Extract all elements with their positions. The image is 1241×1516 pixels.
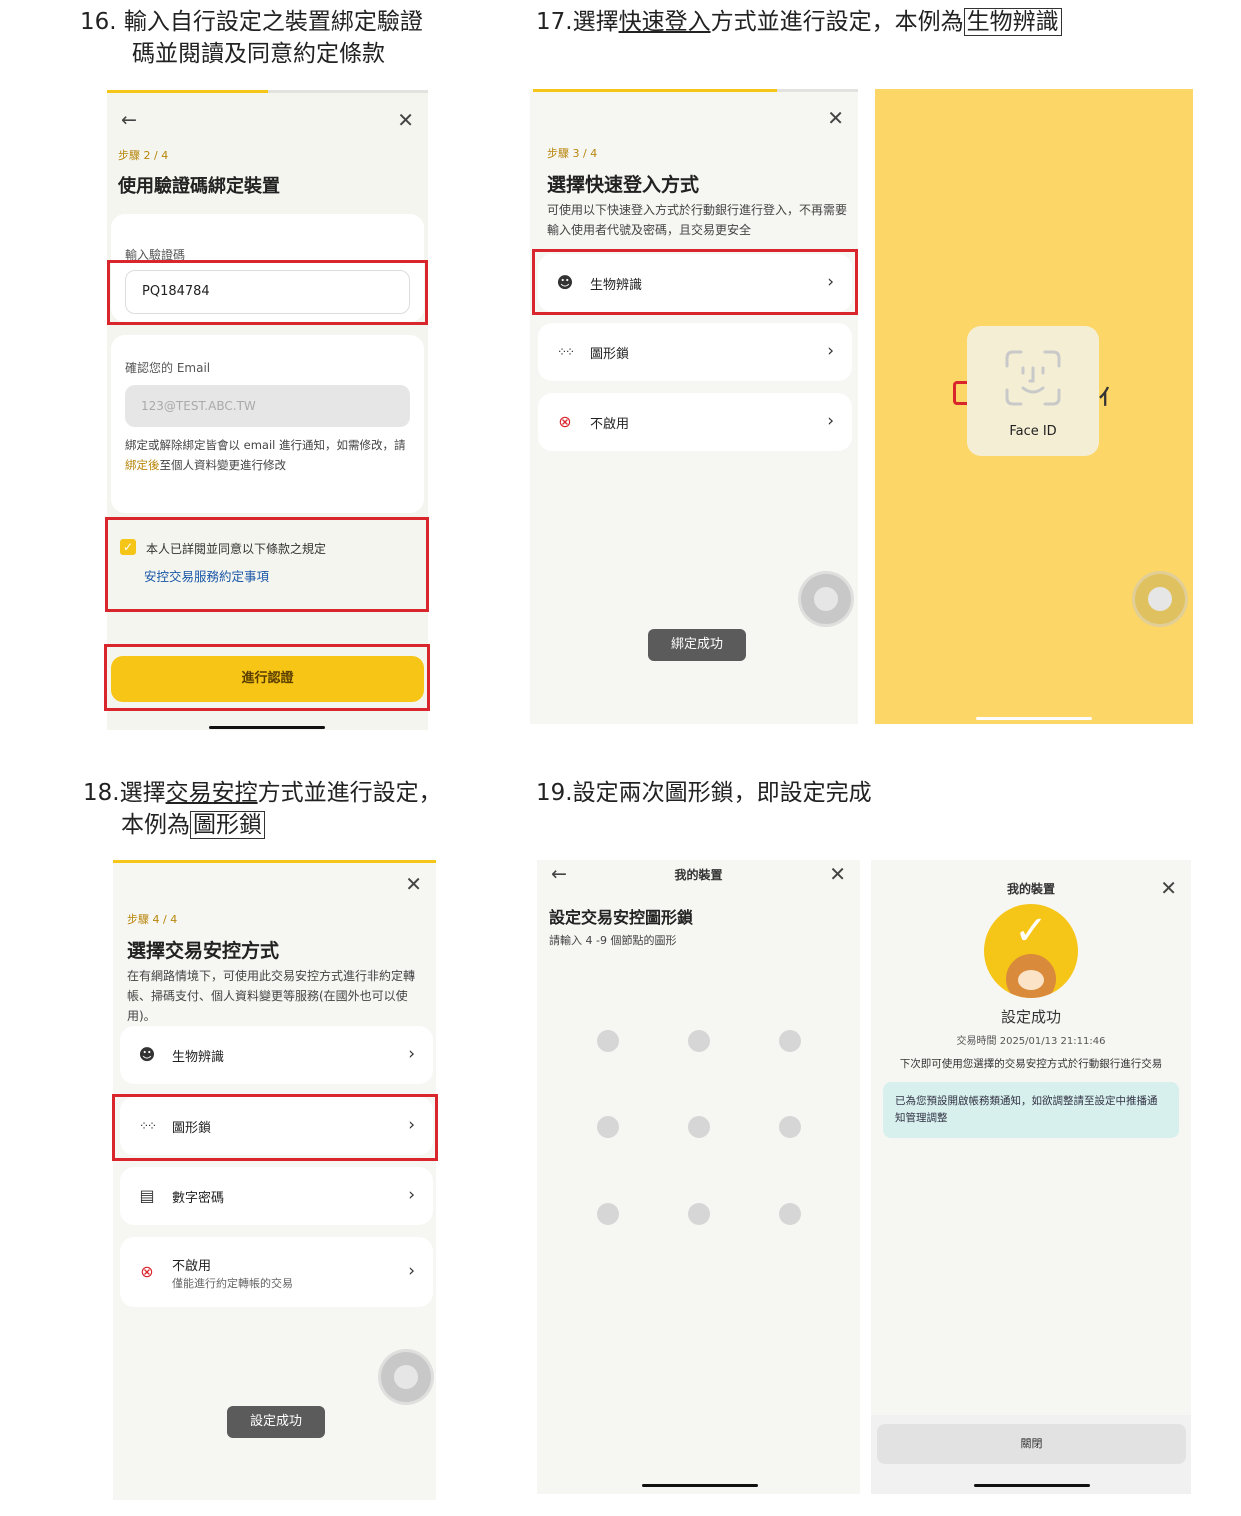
pin-code-icon: ▤ (139, 1186, 155, 1205)
home-indicator (209, 726, 325, 729)
faceid-icon (1005, 350, 1061, 406)
back-arrow-icon[interactable]: ← (121, 110, 137, 130)
faceid-dialog: Face ID (967, 326, 1099, 456)
home-indicator (974, 1484, 1090, 1487)
pattern-node[interactable] (688, 1116, 710, 1138)
step19-heading: 19.設定兩次圖形鎖，即設定完成 (536, 780, 872, 806)
step18-heading-line2: 本例為 圖形鎖 (121, 809, 265, 841)
progress-bar (107, 90, 428, 93)
close-icon[interactable]: ✕ (829, 864, 846, 884)
success-title: 設定成功 (1000, 1008, 1061, 1026)
step18-heading: 18.選擇交易安控方式並進行設定， (83, 780, 442, 806)
email-field: 123@TEST.ABC.TW (125, 385, 410, 427)
disable-icon: ⊗ (140, 1262, 154, 1281)
close-icon[interactable]: ✕ (397, 110, 414, 130)
chevron-right-icon: › (408, 1261, 415, 1281)
highlight-submit (104, 644, 430, 711)
home-indicator (976, 717, 1092, 720)
screen-faceid: ⺅ Face ID (875, 89, 1193, 724)
step-indicator: 步驟 4 / 4 (127, 913, 178, 926)
success-badge: ✓ (984, 904, 1078, 998)
pattern-hint: 請輸入 4 -9 個節點的圖形 (549, 934, 677, 947)
screen-pattern-setup: ← 我的裝置 ✕ 設定交易安控圖形鎖 請輸入 4 -9 個節點的圖形 (537, 860, 860, 1494)
pattern-node[interactable] (688, 1203, 710, 1225)
highlight-code (107, 260, 428, 325)
page-title: 使用驗證碼綁定裝置 (118, 176, 280, 197)
pattern-lock-icon: ⁘⁘ (556, 345, 575, 359)
notification-notice: 已為您預設開啟帳務類通知，如欲調整請至設定中推播通知管理調整 (883, 1082, 1179, 1138)
toast-message: 設定成功 (227, 1406, 325, 1438)
page-title: 設定交易安控圖形鎖 (549, 908, 694, 927)
option-biometric[interactable]: ☻ 生物辨識 › (120, 1026, 433, 1084)
pattern-node[interactable] (779, 1203, 801, 1225)
page-desc: 在有網路情境下，可使用此交易安控方式進行非約定轉帳、掃碼支付、個人資料變更等服務… (127, 969, 416, 1023)
close-button[interactable]: 關閉 (877, 1424, 1186, 1464)
close-icon[interactable]: ✕ (405, 874, 422, 894)
step16-heading-line2: 碼並閱讀及同意約定條款 (132, 41, 385, 67)
step-indicator: 步驟 2 / 4 (118, 149, 169, 162)
chevron-right-icon: › (408, 1044, 415, 1064)
progress-bar (113, 860, 436, 863)
pattern-node[interactable] (779, 1116, 801, 1138)
bank-name-fragment: ⺅ (1099, 385, 1119, 409)
assistive-touch-button[interactable] (1135, 574, 1185, 624)
assistive-touch-button[interactable] (801, 574, 851, 624)
home-indicator (642, 1484, 758, 1487)
assistive-touch-button[interactable] (381, 1352, 431, 1402)
mascot-face (1018, 970, 1044, 990)
page-desc: 可使用以下快速登入方式於行動銀行進行登入，不再需要輸入使用者代號及密碼，且交易更… (547, 203, 848, 237)
option-pattern[interactable]: ⁘⁘ 圖形鎖 › (538, 323, 852, 381)
screen-tx-security: ✕ 步驟 4 / 4 選擇交易安控方式 在有網路情境下，可使用此交易安控方式進行… (113, 860, 436, 1500)
toast-message: 綁定成功 (648, 629, 746, 661)
next-use-text: 下次即可使用您選擇的交易安控方式於行動銀行進行交易 (899, 1058, 1163, 1070)
disable-icon: ⊗ (558, 412, 572, 431)
page-title: 選擇快速登入方式 (547, 174, 700, 196)
pattern-node[interactable] (597, 1030, 619, 1052)
option-label: 數字密碼 (172, 1191, 225, 1206)
option-disable[interactable]: ⊗ 不啟用 僅能進行約定轉帳的交易 › (120, 1237, 433, 1307)
option-label: 不啟用 (172, 1259, 212, 1274)
nav-title: 我的裝置 (674, 868, 723, 882)
pattern-node[interactable] (597, 1116, 619, 1138)
step-indicator: 步驟 3 / 4 (547, 147, 598, 160)
step16-heading: 16. 輸入自行設定之裝置綁定驗證 (80, 9, 423, 35)
option-pin[interactable]: ▤ 數字密碼 › (120, 1167, 433, 1225)
highlight-pattern (112, 1094, 438, 1161)
option-label: 圖形鎖 (590, 347, 630, 362)
biometric-icon: ☻ (138, 1045, 156, 1064)
screen-quick-login: ✕ 步驟 3 / 4 選擇快速登入方式 可使用以下快速登入方式於行動銀行進行登入… (530, 89, 858, 724)
option-label: 不啟用 (590, 417, 630, 432)
highlight-agree (105, 517, 429, 612)
pattern-node[interactable] (597, 1203, 619, 1225)
faceid-label: Face ID (1009, 424, 1057, 439)
email-card: 確認您的 Email 123@TEST.ABC.TW 綁定或解除綁定皆會以 em… (111, 335, 424, 513)
highlight-biometric (532, 249, 858, 315)
tx-time: 交易時間 2025/01/13 21:11:46 (956, 1036, 1106, 1047)
chevron-right-icon: › (408, 1185, 415, 1205)
pattern-node[interactable] (688, 1030, 710, 1052)
pattern-node[interactable] (779, 1030, 801, 1052)
email-label: 確認您的 Email (125, 361, 211, 375)
screen-setup-success: 我的裝置 ✕ ✓ 設定成功 交易時間 2025/01/13 21:11:46 下… (871, 860, 1191, 1494)
option-disable[interactable]: ⊗ 不啟用 › (538, 393, 852, 451)
chevron-right-icon: › (827, 411, 834, 431)
option-label: 生物辨識 (172, 1050, 225, 1065)
progress-bar (533, 89, 858, 92)
check-icon: ✓ (1014, 908, 1048, 954)
screen-bind-device: ← ✕ 步驟 2 / 4 使用驗證碼綁定裝置 輸入驗證碼 PQ184784 確認… (107, 90, 428, 730)
close-icon[interactable]: ✕ (827, 108, 844, 128)
page-title: 選擇交易安控方式 (127, 940, 280, 962)
bind-note: 綁定或解除綁定皆會以 email 進行通知，如需修改，請綁定後至個人資料變更進行… (125, 438, 406, 472)
nav-title: 我的裝置 (1006, 882, 1055, 896)
chevron-right-icon: › (827, 341, 834, 361)
close-icon[interactable]: ✕ (1160, 878, 1177, 898)
step17-heading: 17.選擇快速登入方式並進行設定，本例為 生物辨識 (536, 6, 1062, 38)
option-sublabel: 僅能進行約定轉帳的交易 (172, 1277, 293, 1290)
